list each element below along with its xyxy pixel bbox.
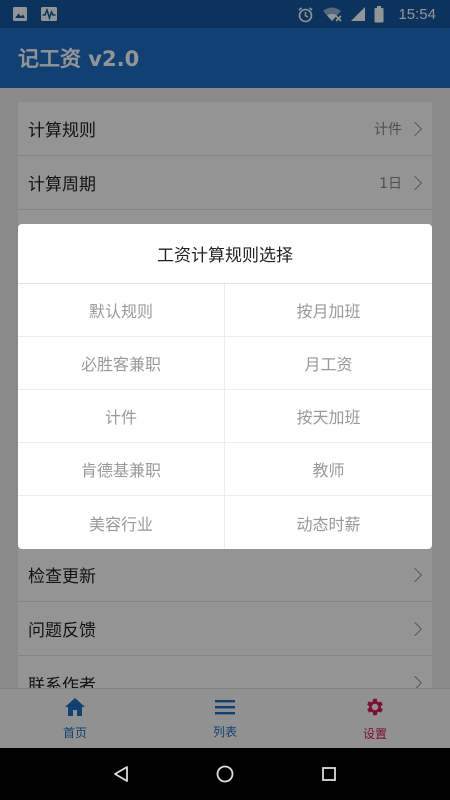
option-monthly-overtime[interactable]: 按月加班 bbox=[225, 284, 432, 337]
system-nav-bar bbox=[0, 748, 450, 800]
option-piecework[interactable]: 计件 bbox=[18, 390, 225, 443]
recents-icon[interactable] bbox=[320, 765, 338, 783]
option-beauty-industry[interactable]: 美容行业 bbox=[18, 496, 225, 549]
option-daily-overtime[interactable]: 按天加班 bbox=[225, 390, 432, 443]
back-icon[interactable] bbox=[112, 765, 130, 783]
option-pizzahut-parttime[interactable]: 必胜客兼职 bbox=[18, 337, 225, 390]
app-screen: 15:54 记工资 v2.0 计算规则 计件 计算周期 1日 检查更新 问题反馈… bbox=[0, 0, 450, 748]
option-default-rule[interactable]: 默认规则 bbox=[18, 284, 225, 337]
option-kfc-parttime[interactable]: 肯德基兼职 bbox=[18, 443, 225, 496]
dialog-title: 工资计算规则选择 bbox=[18, 224, 432, 284]
option-dynamic-hourly[interactable]: 动态时薪 bbox=[225, 496, 432, 549]
option-monthly-salary[interactable]: 月工资 bbox=[225, 337, 432, 390]
rule-select-dialog: 工资计算规则选择 默认规则 按月加班 必胜客兼职 月工资 计件 按天加班 肯德基… bbox=[18, 224, 432, 549]
option-grid: 默认规则 按月加班 必胜客兼职 月工资 计件 按天加班 肯德基兼职 教师 美容行… bbox=[18, 284, 432, 549]
option-teacher[interactable]: 教师 bbox=[225, 443, 432, 496]
home-circle-icon[interactable] bbox=[215, 764, 235, 784]
